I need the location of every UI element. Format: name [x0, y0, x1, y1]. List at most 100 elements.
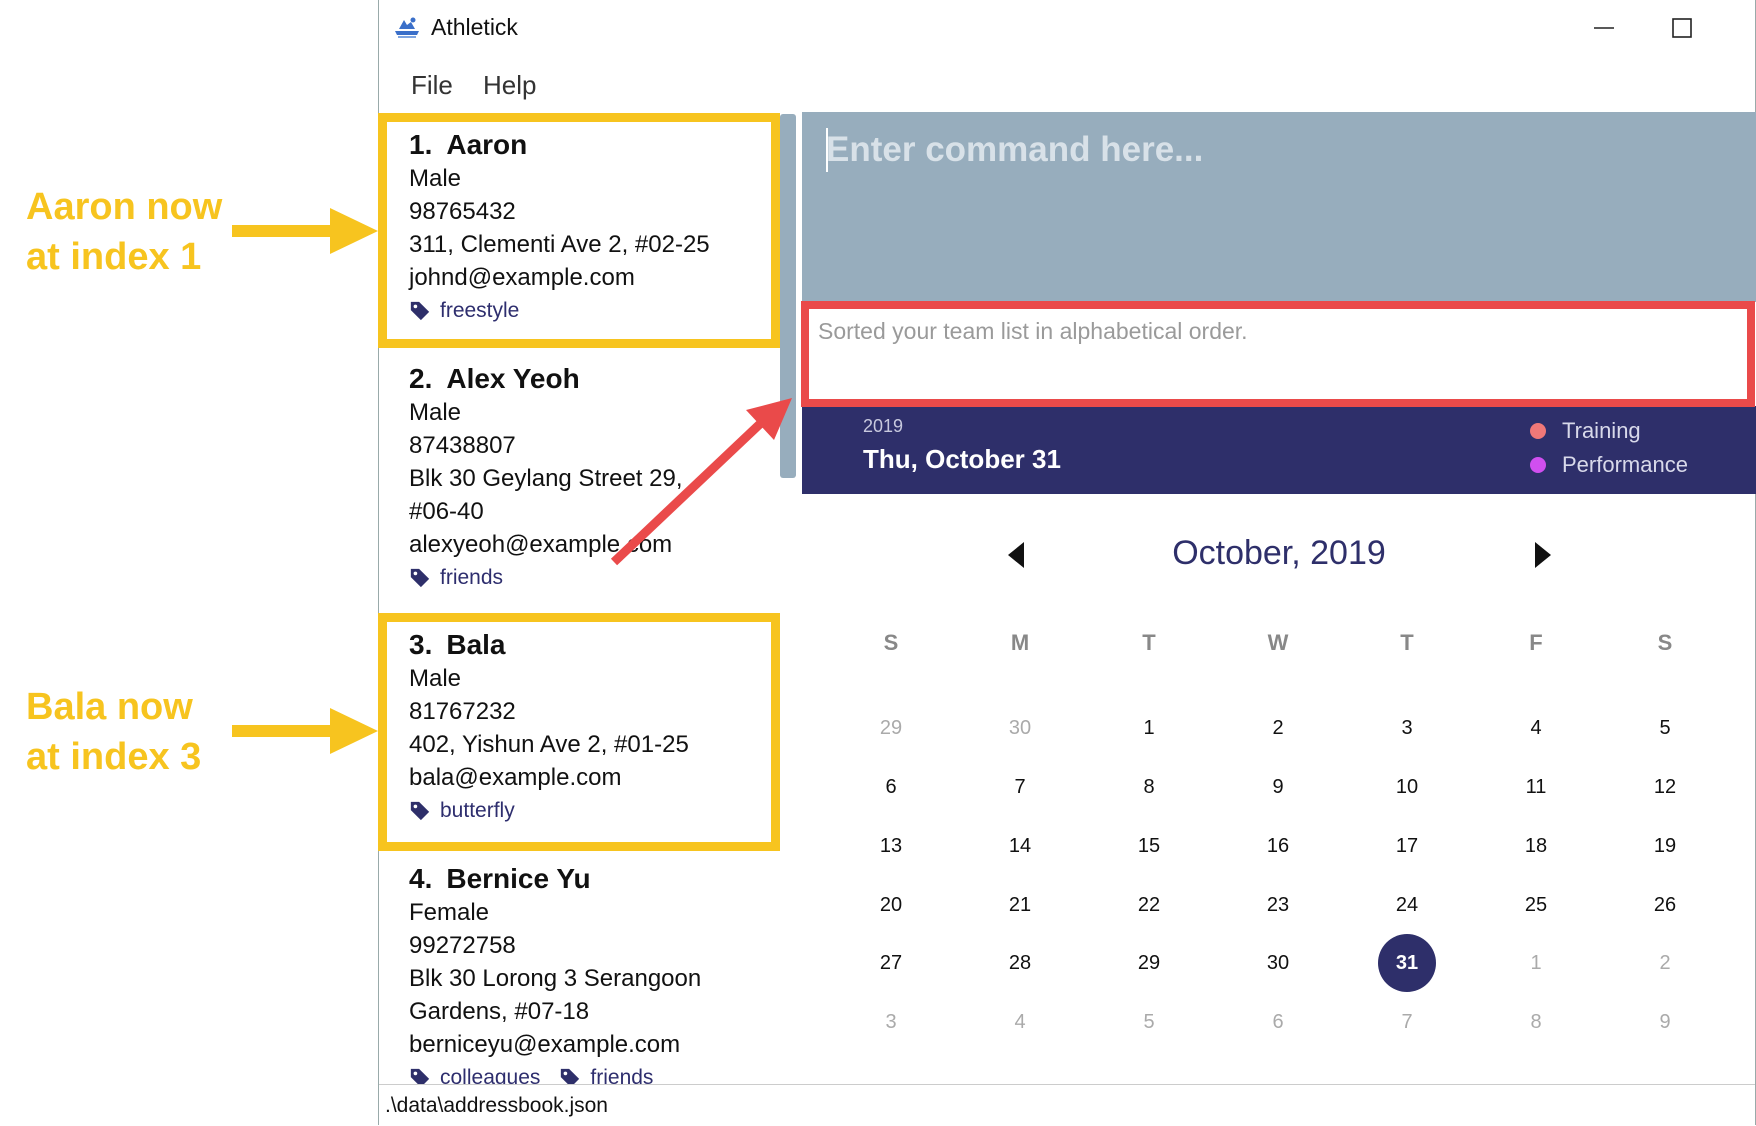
tag-label: freestyle — [440, 299, 520, 322]
person-card[interactable]: 3. Bala Male 81767232 402, Yishun Ave 2, … — [409, 628, 771, 826]
calendar-day[interactable]: 7 — [1377, 1000, 1437, 1044]
calendar-day[interactable]: 5 — [1119, 1000, 1179, 1044]
calendar-day[interactable]: 11 — [1506, 765, 1566, 809]
calendar-day[interactable]: 1 — [1119, 706, 1179, 750]
tag-label: colleagues — [440, 1066, 541, 1084]
close-button[interactable] — [1733, 8, 1756, 48]
calendar-day[interactable]: 15 — [1119, 824, 1179, 868]
next-month-icon[interactable] — [1531, 540, 1555, 570]
person-name-row: 2. Alex Yeoh — [409, 362, 771, 396]
minimize-button[interactable] — [1569, 8, 1639, 48]
annotation-arrow-bottom — [232, 708, 378, 754]
calendar-day[interactable]: 18 — [1506, 824, 1566, 868]
person-index: 4. — [409, 863, 433, 894]
calendar-day[interactable]: 8 — [1119, 765, 1179, 809]
calendar-day[interactable]: 21 — [990, 883, 1050, 927]
calendar-day[interactable]: 30 — [990, 706, 1050, 750]
person-gender: Male — [409, 399, 462, 426]
calendar-day[interactable]: 20 — [861, 883, 921, 927]
calendar-day[interactable]: 29 — [861, 706, 921, 750]
person-email: johnd@example.com — [409, 264, 635, 291]
calendar-day[interactable]: 25 — [1506, 883, 1566, 927]
calendar-day[interactable]: 8 — [1506, 1000, 1566, 1044]
calendar-day[interactable]: 6 — [1248, 1000, 1308, 1044]
person-tag: freestyle — [409, 296, 771, 326]
title-bar[interactable]: Athletick — [379, 0, 1755, 58]
menu-bar: File Help — [379, 58, 1755, 110]
person-index: 3. — [409, 629, 433, 660]
command-placeholder: Enter command here... — [826, 130, 1204, 169]
calendar-day-selected[interactable]: 31 — [1378, 934, 1436, 992]
person-card[interactable]: 2. Alex Yeoh Male 87438807 Blk 30 Geylang… — [409, 362, 771, 593]
person-card[interactable]: 1. Aaron Male 98765432 311, Clementi Ave … — [409, 128, 771, 326]
calendar-day[interactable]: 28 — [990, 941, 1050, 985]
person-phone: 81767232 — [409, 698, 516, 725]
calendar-day[interactable]: 27 — [861, 941, 921, 985]
calendar-day[interactable]: 1 — [1506, 941, 1566, 985]
maximize-button[interactable] — [1647, 8, 1717, 48]
calendar-day[interactable]: 12 — [1635, 765, 1695, 809]
calendar-day[interactable]: 9 — [1248, 765, 1308, 809]
person-gender: Female — [409, 899, 490, 926]
person-address-line1: Blk 30 Geylang Street 29, — [409, 465, 683, 492]
person-name: Bernice Yu — [446, 863, 591, 894]
calendar-day[interactable]: 3 — [861, 1000, 921, 1044]
menu-file[interactable]: File — [411, 70, 453, 101]
calendar-day[interactable]: 9 — [1635, 1000, 1695, 1044]
annotation-aaron: Aaron now at index 1 — [26, 182, 222, 282]
person-card[interactable]: 4. Bernice Yu Female 99272758 Blk 30 Loro… — [409, 862, 771, 1084]
training-dot-icon — [1530, 423, 1546, 439]
annotation-bala: Bala now at index 3 — [26, 682, 201, 782]
calendar-day[interactable]: 3 — [1377, 706, 1437, 750]
calendar-day[interactable]: 30 — [1248, 941, 1308, 985]
calendar-day[interactable]: 14 — [990, 824, 1050, 868]
calendar-day[interactable]: 19 — [1635, 824, 1695, 868]
date-header: 2019 Thu, October 31 Training Performanc… — [802, 406, 1756, 494]
person-index: 2. — [409, 363, 433, 394]
athletick-logo-icon — [395, 17, 419, 38]
calendar-day[interactable]: 4 — [990, 1000, 1050, 1044]
calendar-day[interactable]: 7 — [990, 765, 1050, 809]
calendar-day[interactable]: 23 — [1248, 883, 1308, 927]
calendar-day[interactable]: 13 — [861, 824, 921, 868]
day-of-week-label: T — [1142, 630, 1156, 655]
calendar-day[interactable]: 24 — [1377, 883, 1437, 927]
calendar-day[interactable]: 16 — [1248, 824, 1308, 868]
calendar-day[interactable]: 10 — [1377, 765, 1437, 809]
calendar-day[interactable]: 5 — [1635, 706, 1695, 750]
annotation-aaron-line2: at index 1 — [26, 236, 202, 278]
calendar-day[interactable]: 22 — [1119, 883, 1179, 927]
window-title: Athletick — [431, 14, 518, 40]
legend-training: Training — [1530, 418, 1641, 444]
person-name-row: 4. Bernice Yu — [409, 862, 771, 896]
calendar-day[interactable]: 4 — [1506, 706, 1566, 750]
command-input[interactable]: Enter command here... — [802, 112, 1756, 302]
person-index: 1. — [409, 129, 433, 160]
performance-dot-icon — [1530, 457, 1546, 473]
tag-label: friends — [440, 566, 504, 589]
person-tag: friends — [409, 563, 771, 593]
person-gender: Male — [409, 165, 462, 192]
calendar-day[interactable]: 2 — [1248, 706, 1308, 750]
day-of-week-label: S — [883, 630, 899, 655]
menu-help[interactable]: Help — [483, 70, 536, 101]
annotation-arrow-top — [232, 208, 378, 254]
calendar-day[interactable]: 17 — [1377, 824, 1437, 868]
tag-icon — [410, 801, 430, 821]
calendar-day[interactable]: 29 — [1119, 941, 1179, 985]
person-address: 402, Yishun Ave 2, #01-25 — [409, 731, 689, 758]
app-window: Athletick File Help 1. Aaron Male 9876543… — [378, 0, 1756, 1125]
legend-label: Training — [1562, 418, 1641, 443]
person-list[interactable]: 1. Aaron Male 98765432 311, Clementi Ave … — [379, 112, 771, 1084]
minimize-icon — [1594, 27, 1614, 29]
date-full: Thu, October 31 — [863, 444, 1061, 474]
person-phone: 99272758 — [409, 932, 516, 959]
calendar-day[interactable]: 2 — [1635, 941, 1695, 985]
person-email: berniceyu@example.com — [409, 1031, 681, 1058]
calendar-day[interactable]: 26 — [1635, 883, 1695, 927]
calendar-day[interactable]: 6 — [861, 765, 921, 809]
prev-month-icon[interactable] — [1004, 540, 1028, 570]
legend-label: Performance — [1562, 452, 1688, 477]
person-list-scrollbar[interactable] — [780, 114, 796, 478]
tag-label: friends — [590, 1066, 654, 1084]
